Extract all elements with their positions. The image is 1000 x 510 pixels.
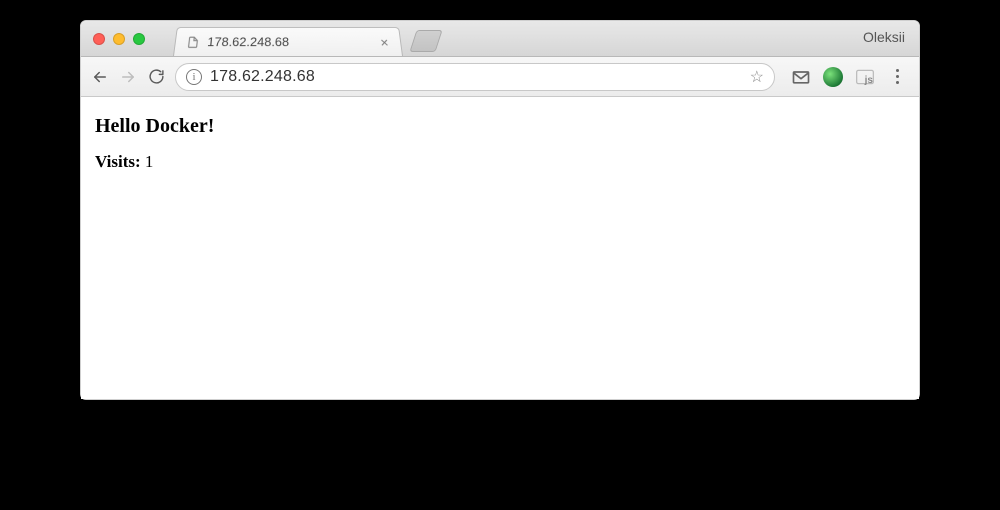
page-heading: Hello Docker! (95, 115, 905, 138)
menu-button[interactable] (887, 67, 907, 87)
page-content: Hello Docker! Visits: 1 (81, 97, 919, 399)
site-info-icon[interactable]: i (186, 69, 202, 85)
green-circle-extension-icon[interactable] (823, 67, 843, 87)
browser-tab[interactable]: 178.62.248.68 × (173, 27, 403, 56)
address-bar[interactable]: i 178.62.248.68 ☆ (175, 63, 775, 91)
reload-button[interactable] (147, 68, 165, 86)
bookmark-star-icon[interactable]: ☆ (750, 67, 764, 87)
tab-close-button[interactable]: × (377, 34, 391, 49)
browser-window: 178.62.248.68 × Oleksii i 178.62.248.68 … (80, 20, 920, 400)
js-extension-label: js (865, 75, 873, 86)
forward-button[interactable] (119, 68, 137, 86)
new-tab-button[interactable] (409, 30, 442, 52)
maximize-window-button[interactable] (133, 33, 145, 45)
back-button[interactable] (91, 68, 109, 86)
toolbar-right: js (785, 67, 909, 87)
close-window-button[interactable] (93, 33, 105, 45)
visits-value: 1 (145, 152, 154, 171)
visits-label: Visits: (95, 152, 141, 171)
js-extension-icon[interactable]: js (855, 67, 875, 87)
toolbar: i 178.62.248.68 ☆ js (81, 57, 919, 97)
visits-line: Visits: 1 (95, 152, 905, 172)
window-controls (81, 33, 157, 45)
kebab-menu-icon (896, 69, 899, 84)
mail-extension-icon[interactable] (791, 67, 811, 87)
url-text: 178.62.248.68 (210, 68, 742, 86)
profile-name[interactable]: Oleksii (863, 29, 905, 45)
minimize-window-button[interactable] (113, 33, 125, 45)
page-favicon-icon (185, 35, 200, 49)
tab-title: 178.62.248.68 (207, 35, 379, 49)
tab-bar: 178.62.248.68 × Oleksii (81, 21, 919, 57)
